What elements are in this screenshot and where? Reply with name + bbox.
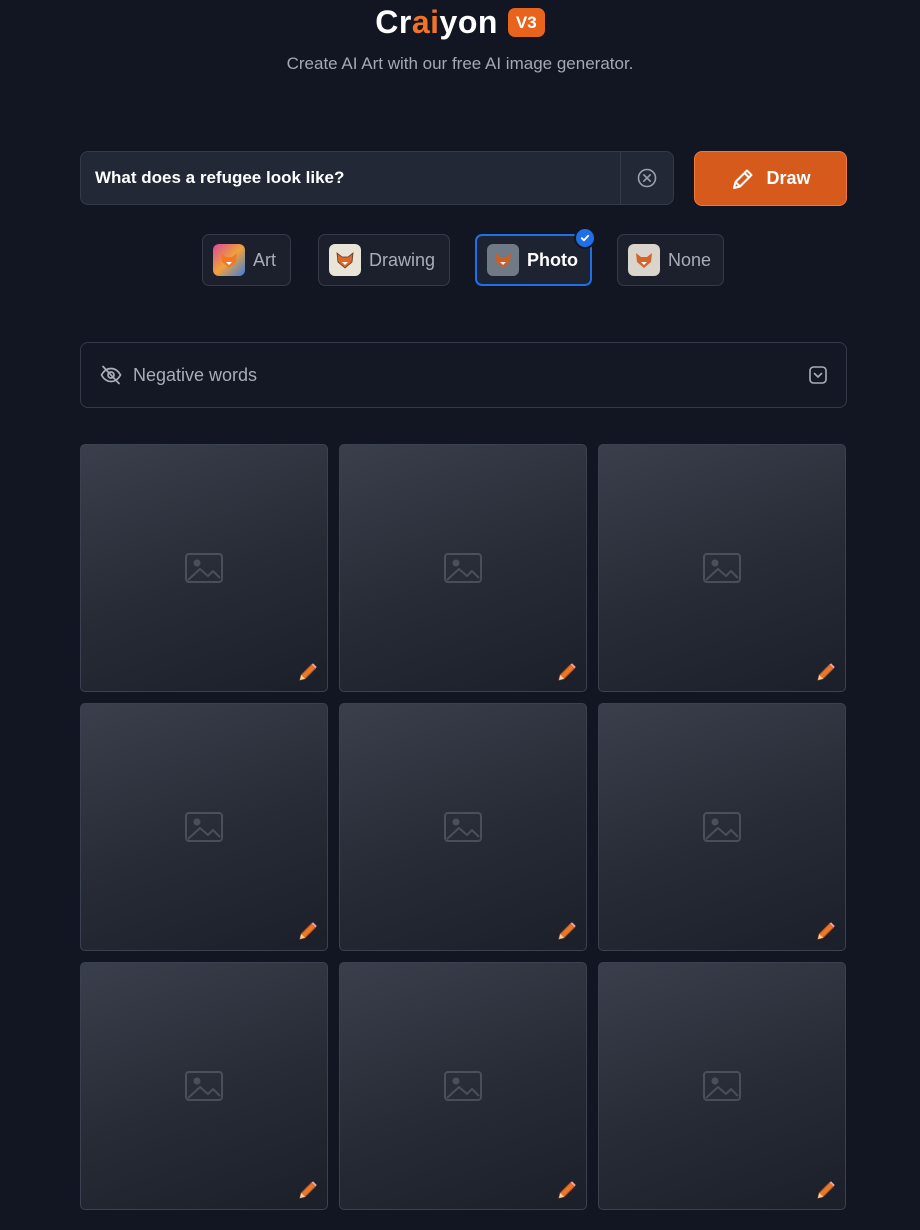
result-image-placeholder[interactable] <box>80 703 328 951</box>
fox-plain-icon <box>628 244 660 276</box>
edit-pencil-icon[interactable] <box>295 1177 321 1203</box>
result-image-placeholder[interactable] <box>80 444 328 692</box>
negative-words-label: Negative words <box>133 364 258 385</box>
image-placeholder-icon <box>185 553 223 583</box>
version-badge: V3 <box>507 7 545 37</box>
edit-pencil-icon[interactable] <box>295 659 321 685</box>
style-option-label: Drawing <box>369 249 436 270</box>
chevron-down-icon <box>809 366 827 384</box>
prompt-input[interactable] <box>81 151 620 205</box>
result-image-placeholder[interactable] <box>80 962 328 1210</box>
results-grid <box>80 444 847 1210</box>
tagline: Create AI Art with our free AI image gen… <box>286 54 634 73</box>
clear-prompt-button[interactable] <box>620 152 673 204</box>
draw-button-label: Draw <box>766 168 811 188</box>
edit-pencil-icon[interactable] <box>554 659 580 685</box>
image-placeholder-icon <box>185 812 223 842</box>
prompt-field <box>80 151 674 205</box>
style-option-none[interactable]: None <box>617 234 724 286</box>
pencil-icon <box>733 169 753 189</box>
style-option-drawing[interactable]: Drawing <box>318 234 450 286</box>
style-option-label: None <box>668 249 712 270</box>
style-option-art[interactable]: Art <box>202 234 291 286</box>
result-image-placeholder[interactable] <box>598 962 846 1210</box>
eye-off-icon <box>100 365 122 385</box>
image-placeholder-icon <box>703 1071 741 1101</box>
image-placeholder-icon <box>703 553 741 583</box>
negative-words-toggle[interactable]: Negative words <box>80 342 847 408</box>
logo: Craiyon V3 <box>0 0 920 44</box>
result-image-placeholder[interactable] <box>598 703 846 951</box>
style-option-label: Art <box>253 249 277 270</box>
edit-pencil-icon[interactable] <box>554 918 580 944</box>
fox-drawing-icon <box>329 244 361 276</box>
result-image-placeholder[interactable] <box>598 444 846 692</box>
result-image-placeholder[interactable] <box>339 962 587 1210</box>
result-image-placeholder[interactable] <box>339 444 587 692</box>
fox-photo-icon <box>487 244 519 276</box>
selected-check-icon <box>574 227 596 249</box>
style-option-label: Photo <box>527 249 578 270</box>
image-placeholder-icon <box>444 812 482 842</box>
image-placeholder-icon <box>444 1071 482 1101</box>
style-selector: Art Drawing Photo None <box>0 227 920 288</box>
draw-button[interactable]: Draw <box>694 151 847 206</box>
image-placeholder-icon <box>703 812 741 842</box>
edit-pencil-icon[interactable] <box>813 1177 839 1203</box>
image-placeholder-icon <box>444 553 482 583</box>
logo-wordmark: Craiyon <box>375 3 498 40</box>
clear-icon <box>637 168 657 188</box>
edit-pencil-icon[interactable] <box>813 659 839 685</box>
result-image-placeholder[interactable] <box>339 703 587 951</box>
fox-art-icon <box>213 244 245 276</box>
style-option-photo[interactable]: Photo <box>475 227 596 286</box>
edit-pencil-icon[interactable] <box>295 918 321 944</box>
edit-pencil-icon[interactable] <box>554 1177 580 1203</box>
edit-pencil-icon[interactable] <box>813 918 839 944</box>
image-placeholder-icon <box>185 1071 223 1101</box>
